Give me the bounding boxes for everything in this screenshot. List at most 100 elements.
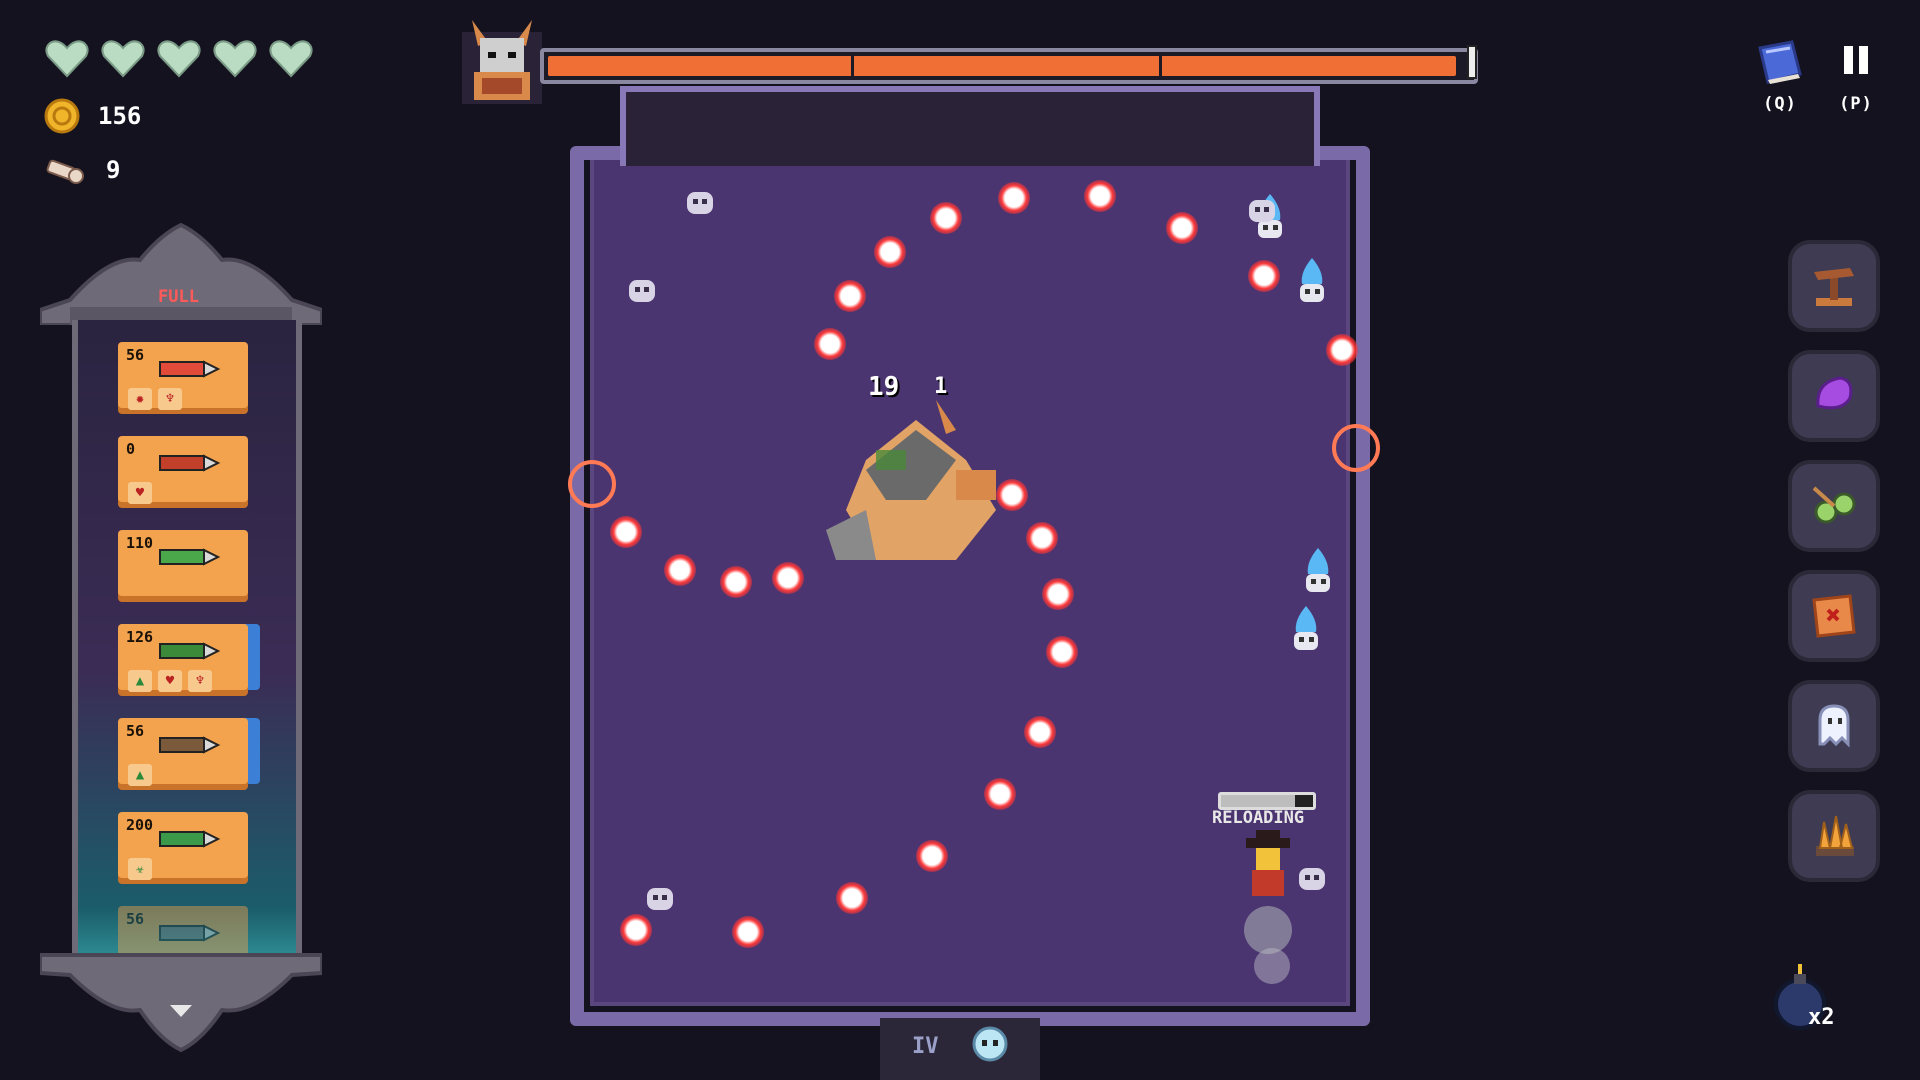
ammo-count: 110 xyxy=(126,534,154,552)
pause-hotkey-label: (P) xyxy=(1839,94,1873,114)
rocket-ammo-icon xyxy=(159,360,221,378)
ammo-count: 56 xyxy=(126,346,145,364)
player-character xyxy=(1244,830,1292,984)
ammo-panel-frame-bottom xyxy=(40,953,322,1053)
ammo-card[interactable]: 200 ☣ xyxy=(118,812,248,880)
ammo-card[interactable]: 56 ✹ ♆ xyxy=(118,342,248,410)
enemy-bullet xyxy=(836,882,868,914)
ammo-mods: ▲ ♥ ♆ xyxy=(128,670,212,692)
arena-back-wall xyxy=(620,86,1320,166)
item-slot-crossbow-turret[interactable] xyxy=(1788,240,1880,332)
ammo-mods: ♥ xyxy=(128,482,152,504)
ammo-count: 56 xyxy=(126,722,145,740)
ammo-panel-frame-top xyxy=(40,222,322,325)
key-icon xyxy=(46,159,84,184)
ammo-card[interactable]: 0 ♥ xyxy=(118,436,248,504)
heart-icon: ♥ xyxy=(128,482,152,504)
ammo-mods: ▲ xyxy=(128,764,152,786)
item-slot-treasure-map[interactable] xyxy=(1788,570,1880,662)
item-slot-purple-crystal[interactable] xyxy=(1788,350,1880,442)
enemy-bullet xyxy=(732,916,764,948)
enemy-bullet xyxy=(610,516,642,548)
coin-icon xyxy=(44,98,80,134)
horned-boss-sprite xyxy=(826,400,996,560)
skull-decoration xyxy=(629,280,655,302)
heart-icon xyxy=(100,38,146,78)
horned-boss-portrait-icon xyxy=(462,20,542,104)
ammo-mods: ✹ ♆ xyxy=(128,388,182,410)
ammo-count: 126 xyxy=(126,628,154,646)
enemy-bullet xyxy=(1166,212,1198,244)
enemy-bullet xyxy=(1042,578,1074,610)
item-slot-ghost[interactable] xyxy=(1788,680,1880,772)
journal-book-icon xyxy=(1758,40,1802,84)
enemy-bullet xyxy=(930,202,962,234)
heart-icon xyxy=(212,38,258,78)
enemy-bullet xyxy=(1084,180,1116,212)
floor-level-label: IV xyxy=(912,1034,939,1059)
ammo-card[interactable]: 56 ▲ xyxy=(118,718,248,786)
explosion-icon: ✹ xyxy=(128,388,152,410)
enemy-bullet xyxy=(772,562,804,594)
skull-decoration xyxy=(647,888,673,910)
boss-bar-segment-divider xyxy=(1159,52,1162,80)
chalice-icon: ♆ xyxy=(158,388,182,410)
enemy-bullet xyxy=(984,778,1016,810)
spark-bullet-ammo-icon xyxy=(159,548,221,566)
enemy-bullet xyxy=(1026,522,1058,554)
enemy-bullet xyxy=(1248,260,1280,292)
enemy-bullet xyxy=(998,182,1030,214)
bomb-count: x2 xyxy=(1808,1005,1835,1030)
reload-status-text: RELOADING xyxy=(1212,808,1305,828)
purple-crystal-icon xyxy=(1816,376,1853,410)
skull-decoration xyxy=(687,192,713,214)
ghost-icon xyxy=(1818,704,1850,748)
ammo-card[interactable]: 126 ▲ ♥ ♆ xyxy=(118,624,248,692)
blue-flame-skull xyxy=(1300,258,1324,302)
green-bullet-ammo-icon xyxy=(159,642,221,660)
arrow-up-icon: ▲ xyxy=(128,764,152,786)
item-slot-goggles[interactable] xyxy=(1788,460,1880,552)
skull-decoration xyxy=(1249,200,1275,222)
arrow-up-icon: ▲ xyxy=(128,670,152,692)
heart-icon xyxy=(44,38,90,78)
ammo-card[interactable]: 110 xyxy=(118,530,248,596)
enemy-bullet xyxy=(620,914,652,946)
ammo-mods: ☣ xyxy=(128,858,152,880)
enemy-bullet xyxy=(720,566,752,598)
crossbow-turret-icon xyxy=(1814,268,1854,306)
goggles-icon xyxy=(1812,486,1856,524)
health-hearts xyxy=(44,38,314,78)
damage-number: 19 xyxy=(868,372,900,402)
enemy-bullet xyxy=(1326,334,1358,366)
faded-ammo-icon xyxy=(159,924,221,942)
damage-number: 1 xyxy=(934,374,948,399)
heart-icon xyxy=(156,38,202,78)
shell-ammo-icon xyxy=(159,736,221,754)
target-ring xyxy=(1332,424,1380,472)
golden-crystals-icon xyxy=(1816,815,1854,856)
journal-button[interactable]: (Q) xyxy=(1748,38,1812,114)
reload-progress-fill xyxy=(1221,795,1295,807)
journal-hotkey-label: (Q) xyxy=(1763,94,1797,114)
enemy-bullet xyxy=(1024,716,1056,748)
boss-health-fill xyxy=(548,56,1456,76)
enemy-bullet xyxy=(916,840,948,872)
broken-heart-icon: ♥ xyxy=(158,670,182,692)
item-slot-golden-crystals[interactable] xyxy=(1788,790,1880,882)
boss-bar-end-cap xyxy=(1467,45,1477,79)
poison-icon: ☣ xyxy=(128,858,152,880)
pause-button[interactable]: (P) xyxy=(1824,38,1888,114)
poison-bullet-ammo-icon xyxy=(159,830,221,848)
ammo-list[interactable]: 56 ✹ ♆ 0 ♥ 110 126 ▲ ♥ ♆ 56 ▲ 200 ☣ 56 xyxy=(72,320,302,960)
ammo-panel: FULL 56 ✹ ♆ 0 ♥ 110 126 ▲ ♥ ♆ 56 ▲ 200 ☣ 56 xyxy=(40,215,322,1055)
key-counter: 9 xyxy=(44,152,120,188)
blue-flame-skull xyxy=(1306,548,1330,592)
boss-bar-segment-divider xyxy=(851,52,854,80)
ammo-status-label: FULL xyxy=(158,287,199,307)
heart-icon xyxy=(268,38,314,78)
ammo-count: 200 xyxy=(126,816,154,834)
treasure-map-icon xyxy=(1812,594,1856,638)
enemy-bullet xyxy=(664,554,696,586)
coin-counter: 156 xyxy=(44,98,141,134)
